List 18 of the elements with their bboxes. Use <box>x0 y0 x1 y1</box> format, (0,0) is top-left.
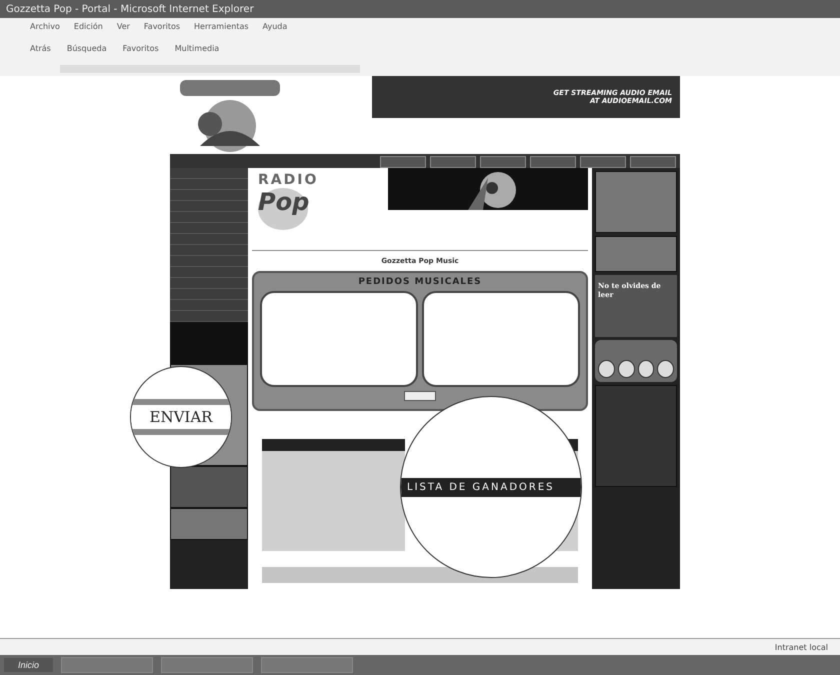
menu-item[interactable]: Herramientas <box>194 22 249 30</box>
menu-item[interactable]: Edición <box>74 22 103 30</box>
menu-item[interactable]: Favoritos <box>144 22 180 30</box>
menu-item[interactable]: Ayuda <box>262 22 288 30</box>
winners-heading: LISTA DE GANADORES <box>401 478 581 496</box>
logo-text: Pop <box>258 188 308 230</box>
status-zone: Intranet local <box>774 642 828 652</box>
requests-title: PEDIDOS MUSICALES <box>358 277 482 287</box>
menu-item[interactable]: Archivo <box>30 22 60 30</box>
start-button[interactable]: Inicio <box>4 658 54 672</box>
toolbar-button[interactable]: Multimedia <box>174 44 220 52</box>
toolbar-button[interactable]: Atrás <box>30 44 51 52</box>
toolbar-button[interactable]: Favoritos <box>122 44 159 52</box>
window-title: Gozzetta Pop - Portal - Microsoft Internet Explorer <box>6 4 254 14</box>
logo-text: RADIO <box>258 172 318 188</box>
menu-item[interactable]: Ver <box>116 22 130 30</box>
toolbar-button[interactable]: Búsqueda <box>66 44 107 52</box>
send-button[interactable]: ENVIAR <box>131 399 231 435</box>
